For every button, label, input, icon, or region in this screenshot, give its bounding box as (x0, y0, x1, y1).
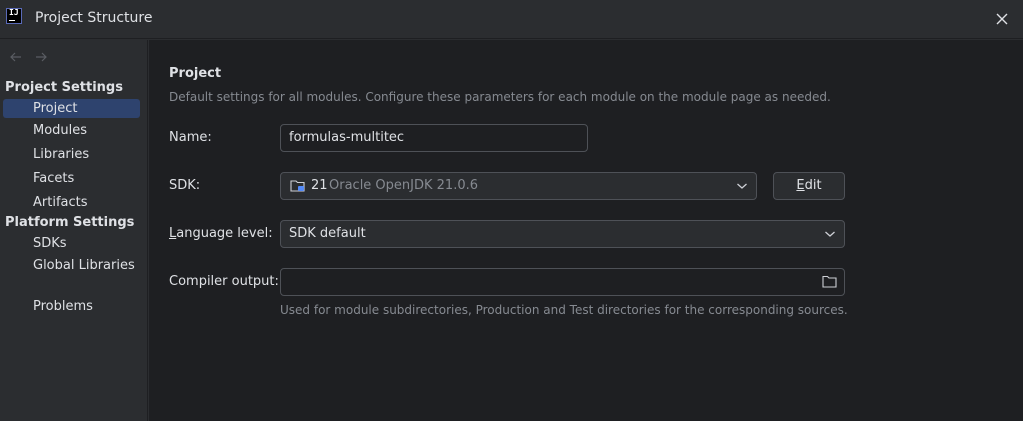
compiler-output-input[interactable] (280, 268, 845, 296)
close-icon (996, 13, 1008, 25)
folder-icon[interactable] (822, 275, 837, 288)
sdk-dropdown[interactable]: 21 Oracle OpenJDK 21.0.6 (280, 172, 757, 200)
project-name-input[interactable]: formulas-multitec (280, 124, 588, 152)
sdk-version: 21 (311, 178, 328, 193)
sidebar-item-sdks[interactable]: SDKs (3, 234, 140, 253)
section-project-settings: Project Settings (5, 80, 123, 95)
title-bar: IJ Project Structure (0, 0, 1023, 39)
sidebar-item-artifacts[interactable]: Artifacts (3, 193, 140, 212)
sdk-name: Oracle OpenJDK 21.0.6 (329, 178, 479, 193)
sidebar-item-libraries[interactable]: Libraries (3, 145, 140, 164)
language-level-label-rest: anguage level: (176, 226, 273, 241)
edit-label-rest: dit (804, 178, 822, 193)
edit-sdk-button[interactable]: Edit (773, 172, 845, 200)
sidebar-item-project[interactable]: Project (3, 99, 140, 118)
compiler-output-help: Used for module subdirectories, Producti… (280, 303, 848, 317)
page-description: Default settings for all modules. Config… (169, 90, 831, 104)
sidebar-item-modules[interactable]: Modules (3, 121, 140, 140)
sidebar-item-global-libraries[interactable]: Global Libraries (3, 256, 140, 275)
project-settings-panel: Project Default settings for all modules… (149, 40, 1023, 421)
arrow-right-icon[interactable] (33, 49, 49, 65)
language-level-label: Language level: (169, 226, 273, 241)
logo-text: IJ (9, 8, 19, 17)
language-level-value: SDK default (289, 226, 366, 241)
page-title: Project (169, 66, 222, 81)
sidebar: Project Settings Project Modules Librari… (0, 40, 148, 421)
section-platform-settings: Platform Settings (5, 215, 135, 230)
window-title: Project Structure (35, 10, 153, 26)
sdk-label: SDK: (169, 178, 201, 193)
close-button[interactable] (991, 8, 1013, 30)
name-label: Name: (169, 130, 212, 145)
arrow-left-icon[interactable] (8, 49, 24, 65)
chevron-down-icon (825, 231, 835, 237)
chevron-down-icon (737, 183, 747, 189)
edit-mnemonic: E (796, 178, 805, 193)
sdk-folder-icon (290, 180, 305, 192)
sidebar-item-facets[interactable]: Facets (3, 169, 140, 188)
compiler-output-label: Compiler output: (169, 274, 279, 289)
language-level-dropdown[interactable]: SDK default (280, 220, 845, 248)
sidebar-item-problems[interactable]: Problems (3, 297, 140, 316)
intellij-logo-icon: IJ (6, 8, 22, 24)
